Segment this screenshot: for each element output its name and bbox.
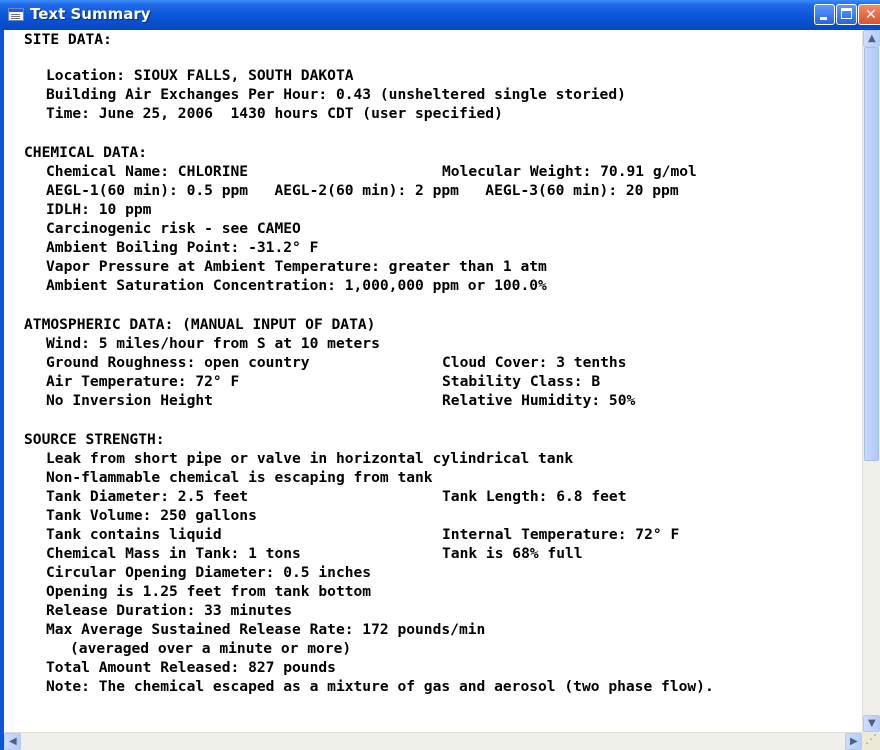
- title-bar[interactable]: Text Summary ✕: [0, 0, 880, 30]
- site-location: Location: SIOUX FALLS, SOUTH DAKOTA: [46, 67, 354, 84]
- atmospheric-air-temperature: Air Temperature: 72° F: [46, 373, 240, 390]
- source-strength-header: SOURCE STRENGTH:: [24, 431, 165, 448]
- source-release-duration: Release Duration: 33 minutes: [46, 602, 293, 619]
- atmospheric-inversion: No Inversion Height: [46, 392, 213, 409]
- maximize-icon: [841, 8, 852, 19]
- text-summary-window: Text Summary ✕ SITE DATA: Location: SIOU…: [0, 0, 880, 750]
- chemical-saturation: Ambient Saturation Concentration: 1,000,…: [46, 277, 547, 294]
- source-opening-diameter: Circular Opening Diameter: 0.5 inches: [46, 564, 372, 581]
- chemical-boiling-point: Ambient Boiling Point: -31.2° F: [46, 239, 319, 256]
- atmospheric-stability-class: Stability Class: B: [442, 373, 601, 390]
- chemical-carcinogenic: Carcinogenic risk - see CAMEO: [46, 220, 301, 237]
- source-tank-contents: Tank contains liquid: [46, 526, 222, 543]
- window-client-area: SITE DATA: Location: SIOUX FALLS, SOUTH …: [4, 30, 880, 750]
- window-title: Text Summary: [30, 5, 151, 23]
- source-total-released: Total Amount Released: 827 pounds: [46, 659, 336, 676]
- chemical-molecular-weight: Molecular Weight: 70.91 g/mol: [442, 163, 697, 180]
- horizontal-scrollbar[interactable]: ◀ ▶: [4, 732, 862, 750]
- maximize-button[interactable]: [836, 4, 857, 25]
- atmospheric-data-header: ATMOSPHERIC DATA: (MANUAL INPUT OF DATA): [24, 316, 376, 333]
- site-air-exchanges: Building Air Exchanges Per Hour: 0.43 (u…: [46, 86, 626, 103]
- minimize-button[interactable]: [814, 4, 835, 25]
- source-tank-diameter: Tank Diameter: 2.5 feet: [46, 488, 249, 505]
- chemical-data-header: CHEMICAL DATA:: [24, 144, 148, 161]
- source-tank-fill: Tank is 68% full: [442, 545, 583, 562]
- scroll-down-button[interactable]: ▼: [863, 715, 880, 732]
- atmospheric-ground-roughness: Ground Roughness: open country: [46, 354, 310, 371]
- source-chemical-mass: Chemical Mass in Tank: 1 tons: [46, 545, 301, 562]
- chemical-name: Chemical Name: CHLORINE: [46, 163, 249, 180]
- minimize-icon: [820, 17, 827, 20]
- chevron-up-icon: ▲: [868, 33, 876, 44]
- resize-grip[interactable]: [862, 732, 880, 750]
- scroll-up-button[interactable]: ▲: [863, 30, 880, 47]
- chemical-idlh: IDLH: 10 ppm: [46, 201, 152, 218]
- source-internal-temperature: Internal Temperature: 72° F: [442, 526, 680, 543]
- chevron-left-icon: ◀: [9, 736, 17, 747]
- source-tank-volume: Tank Volume: 250 gallons: [46, 507, 257, 524]
- source-release-rate-note: (averaged over a minute or more): [70, 640, 352, 657]
- chemical-aegl: AEGL-1(60 min): 0.5 ppm AEGL-2(60 min): …: [46, 182, 679, 199]
- source-leak: Leak from short pipe or valve in horizon…: [46, 450, 574, 467]
- atmospheric-humidity: Relative Humidity: 50%: [442, 392, 636, 409]
- source-note: Note: The chemical escaped as a mixture …: [46, 678, 714, 695]
- source-flammability: Non-flammable chemical is escaping from …: [46, 469, 433, 486]
- chevron-right-icon: ▶: [850, 736, 858, 747]
- vertical-scrollbar[interactable]: ▲ ▼: [862, 30, 880, 732]
- site-time: Time: June 25, 2006 1430 hours CDT (user…: [46, 105, 503, 122]
- atmospheric-cloud-cover: Cloud Cover: 3 tenths: [442, 354, 627, 371]
- vertical-scroll-thumb[interactable]: [864, 47, 879, 461]
- summary-text-area[interactable]: SITE DATA: Location: SIOUX FALLS, SOUTH …: [4, 30, 862, 732]
- scroll-right-button[interactable]: ▶: [845, 733, 862, 750]
- close-icon: ✕: [865, 7, 877, 23]
- source-release-rate: Max Average Sustained Release Rate: 172 …: [46, 621, 486, 638]
- atmospheric-wind: Wind: 5 miles/hour from S at 10 meters: [46, 335, 380, 352]
- chemical-vapor-pressure: Vapor Pressure at Ambient Temperature: g…: [46, 258, 547, 275]
- scroll-left-button[interactable]: ◀: [4, 733, 21, 750]
- source-opening-height: Opening is 1.25 feet from tank bottom: [46, 583, 372, 600]
- source-tank-length: Tank Length: 6.8 feet: [442, 488, 627, 505]
- chevron-down-icon: ▼: [868, 718, 876, 729]
- text-document-icon[interactable]: [8, 8, 24, 21]
- close-button[interactable]: ✕: [858, 4, 880, 25]
- site-data-header: SITE DATA:: [24, 31, 112, 48]
